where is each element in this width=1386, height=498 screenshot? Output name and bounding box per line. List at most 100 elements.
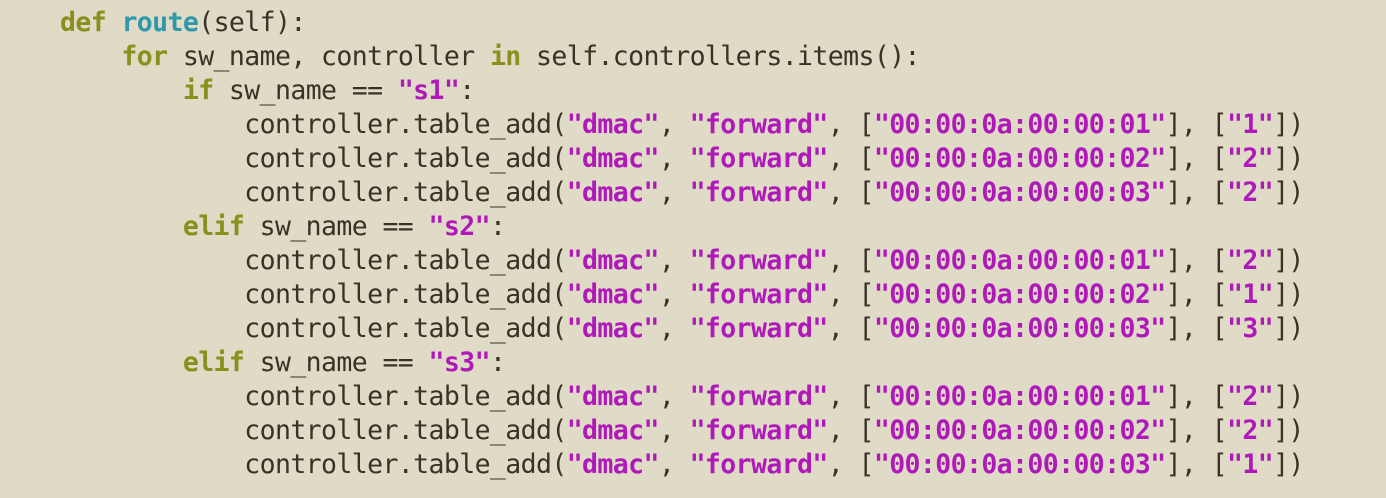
code-text: , [ (827, 381, 875, 412)
string-token: "3" (1227, 313, 1274, 344)
code-text: controller.table_add( (60, 313, 567, 344)
keyword-token: def (60, 7, 107, 38)
code-text: , (658, 109, 690, 140)
code-text: , [ (827, 143, 875, 174)
code-text: ], [ (1165, 245, 1228, 276)
code-block: def route(self): for sw_name, controller… (60, 6, 1304, 482)
code-text: controller.table_add( (60, 109, 567, 140)
code-line: elif sw_name == "s3": (60, 346, 1304, 380)
code-text: : (489, 211, 506, 242)
string-token: "dmac" (566, 109, 660, 140)
string-token: "1" (1227, 279, 1274, 310)
code-text: sw_name == (244, 211, 429, 242)
code-line: controller.table_add("dmac", "forward", … (60, 312, 1304, 346)
code-line: controller.table_add("dmac", "forward", … (60, 380, 1304, 414)
code-text: ]) (1273, 313, 1304, 344)
code-text: controller.table_add( (60, 279, 567, 310)
code-text: ], [ (1165, 143, 1228, 174)
string-token: "00:00:0a:00:00:01" (873, 381, 1166, 412)
string-token: "s3" (428, 347, 491, 378)
string-token: "1" (1227, 449, 1274, 480)
code-text: , [ (827, 415, 875, 446)
code-text: controller.table_add( (60, 177, 567, 208)
code-text: controller.table_add( (60, 415, 567, 446)
code-text: sw_name, controller (167, 41, 490, 72)
code-text: , (658, 143, 690, 174)
code-line: elif sw_name == "s2": (60, 210, 1304, 244)
code-text: , (658, 449, 690, 480)
code-text: controller.table_add( (60, 449, 567, 480)
code-text: controller.table_add( (60, 381, 567, 412)
keyword-token: elif (182, 211, 245, 242)
string-token: "forward" (689, 449, 829, 480)
string-token: "forward" (689, 143, 829, 174)
code-text: , (658, 177, 690, 208)
code-text: ], [ (1165, 177, 1228, 208)
code-text: , [ (827, 279, 875, 310)
string-token: "00:00:0a:00:00:02" (873, 143, 1166, 174)
keyword-token: for (121, 41, 168, 72)
string-token: "forward" (689, 279, 829, 310)
string-token: "2" (1227, 415, 1274, 446)
keyword-token: in (489, 41, 521, 72)
string-token: "dmac" (566, 143, 660, 174)
code-text: ], [ (1165, 313, 1228, 344)
string-token: "forward" (689, 109, 829, 140)
string-token: "dmac" (566, 313, 660, 344)
code-text: controller.table_add( (60, 143, 567, 174)
code-text: ]) (1273, 449, 1304, 480)
string-token: "dmac" (566, 381, 660, 412)
string-token: "s1" (397, 75, 460, 106)
keyword-token: if (182, 75, 214, 106)
code-line: for sw_name, controller in self.controll… (60, 40, 1304, 74)
string-token: "forward" (689, 177, 829, 208)
code-line: controller.table_add("dmac", "forward", … (60, 414, 1304, 448)
code-text: , [ (827, 177, 875, 208)
code-line: controller.table_add("dmac", "forward", … (60, 278, 1304, 312)
string-token: "00:00:0a:00:00:03" (873, 449, 1166, 480)
code-text: ], [ (1165, 109, 1228, 140)
string-token: "forward" (689, 415, 829, 446)
code-text: ], [ (1165, 449, 1228, 480)
string-token: "dmac" (566, 279, 660, 310)
code-text: : (489, 347, 506, 378)
code-text: ]) (1273, 109, 1304, 140)
code-line: if sw_name == "s1": (60, 74, 1304, 108)
string-token: "00:00:0a:00:00:03" (873, 313, 1166, 344)
code-editor[interactable]: def route(self): for sw_name, controller… (0, 0, 1386, 498)
string-token: "forward" (689, 313, 829, 344)
code-line: def route(self): (60, 6, 1304, 40)
string-token: "00:00:0a:00:00:03" (873, 177, 1166, 208)
code-text: self.controllers.items(): (520, 41, 920, 72)
code-text: ]) (1273, 415, 1304, 446)
string-token: "s2" (428, 211, 491, 242)
code-text: ]) (1273, 177, 1304, 208)
code-text: , [ (827, 245, 875, 276)
code-text: ]) (1273, 381, 1304, 412)
string-token: "dmac" (566, 245, 660, 276)
string-token: "dmac" (566, 415, 660, 446)
code-text: ], [ (1165, 415, 1228, 446)
code-line: controller.table_add("dmac", "forward", … (60, 176, 1304, 210)
string-token: "dmac" (566, 177, 660, 208)
code-text: ]) (1273, 279, 1304, 310)
code-text: , [ (827, 449, 875, 480)
code-text: : (459, 75, 475, 106)
code-text: ]) (1273, 143, 1304, 174)
code-text: , (658, 279, 690, 310)
code-text: sw_name == (244, 347, 429, 378)
string-token: "2" (1227, 143, 1274, 174)
code-text: , (658, 313, 690, 344)
code-line: controller.table_add("dmac", "forward", … (60, 108, 1304, 142)
string-token: "forward" (689, 381, 829, 412)
code-text: , [ (827, 109, 875, 140)
code-line: controller.table_add("dmac", "forward", … (60, 448, 1304, 482)
string-token: "00:00:0a:00:00:02" (873, 279, 1166, 310)
string-token: "2" (1227, 245, 1274, 276)
string-token: "dmac" (566, 449, 660, 480)
code-text: , (658, 245, 690, 276)
